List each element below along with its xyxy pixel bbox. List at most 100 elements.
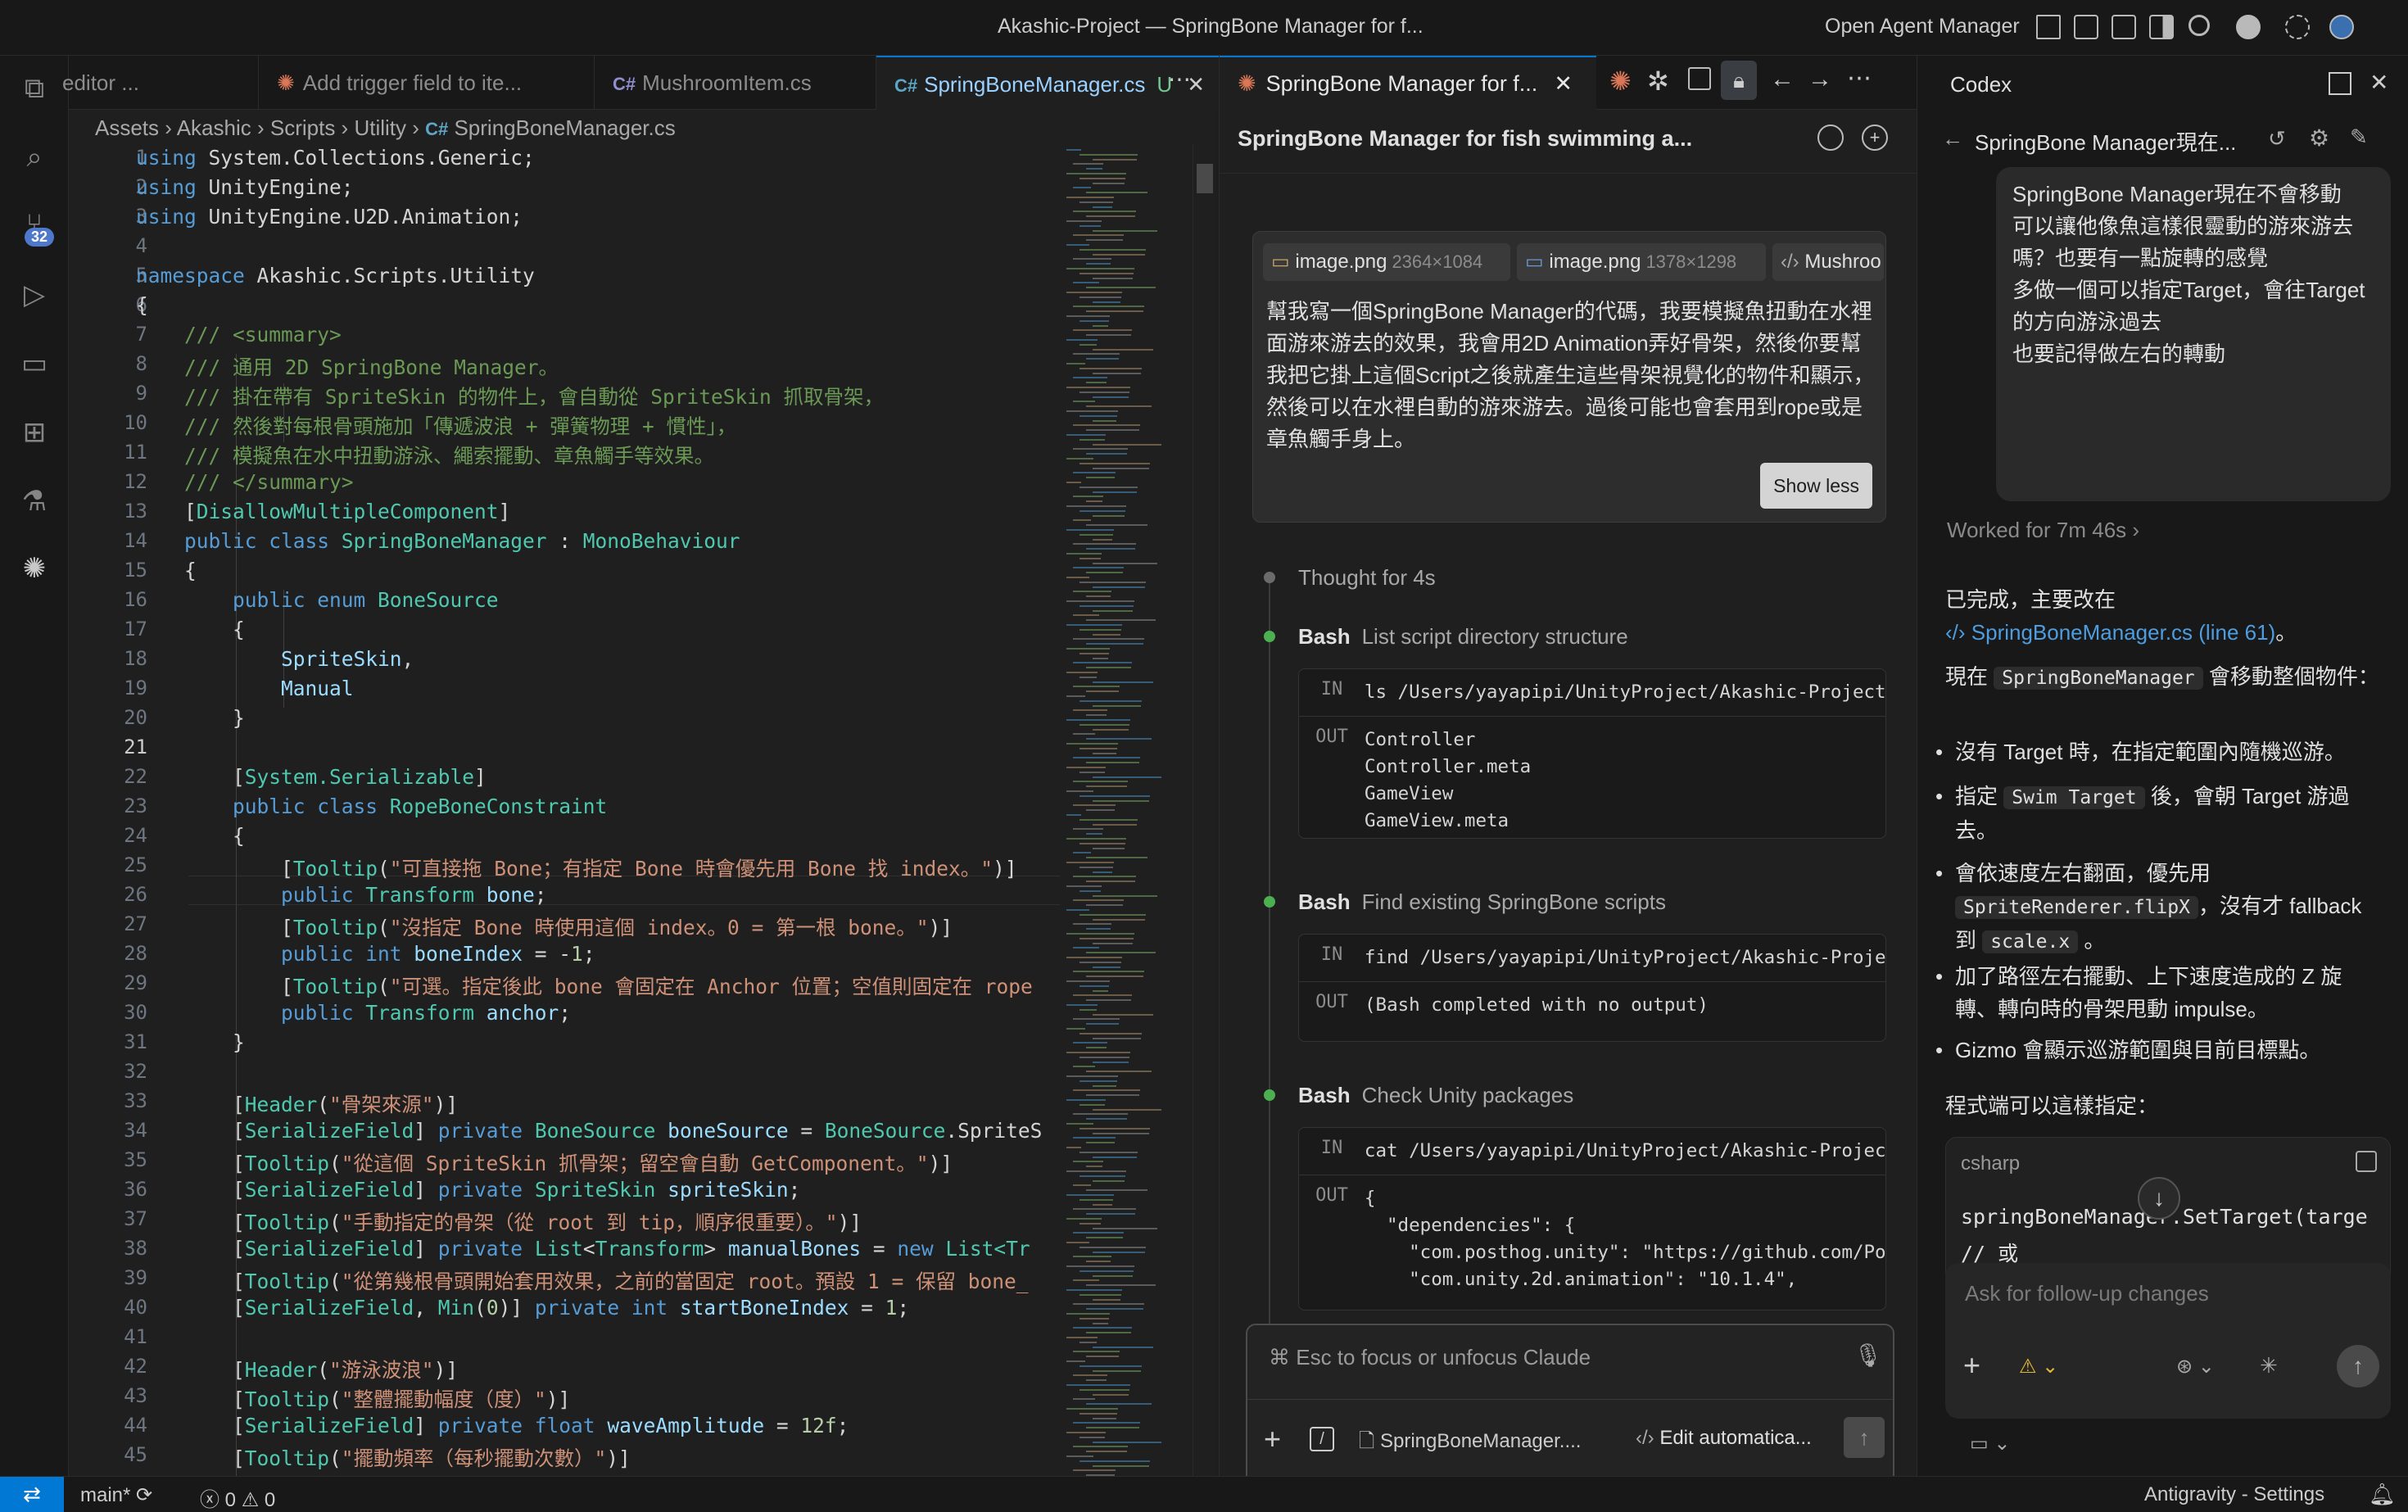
maximize-icon[interactable]: [2329, 72, 2351, 95]
edit-pencil-icon[interactable]: ✎: [2350, 124, 2368, 150]
code-line[interactable]: [Tooltip("從這個 SpriteSkin 抓骨架；留空會自動 GetCo…: [136, 1148, 953, 1177]
code-line[interactable]: [SerializeField] private BoneSource bone…: [136, 1119, 1042, 1143]
close-panel-icon[interactable]: ✕: [2370, 69, 2388, 96]
file-link[interactable]: SpringBoneManager.cs (line 61): [1971, 620, 2275, 645]
code-line[interactable]: }: [136, 1030, 245, 1054]
code-line[interactable]: [SerializeField] private float waveAmpli…: [136, 1414, 849, 1437]
thought-label[interactable]: Thought for 4s: [1298, 565, 1436, 591]
tab-springbone-chat[interactable]: ✺ SpringBone Manager for f... ✕: [1220, 56, 1596, 110]
attachment-chip[interactable]: ▭ image.png 2364×1084: [1263, 243, 1510, 281]
code-line[interactable]: [Tooltip("可選。指定後此 bone 會固定在 Anchor 位置；空值…: [136, 971, 1033, 1000]
toggle-panel-icon[interactable]: [2112, 15, 2136, 39]
code-line[interactable]: /// 掛在帶有 SpriteSkin 的物件上，會自動從 SpriteSkin…: [136, 382, 884, 410]
undo-history-icon[interactable]: ↺: [2268, 126, 2286, 152]
step-header[interactable]: Bash List script directory structure: [1298, 624, 1628, 650]
code-line[interactable]: {: [136, 618, 245, 641]
code-line[interactable]: [Tooltip("沒指定 Bone 時使用這個 index。0 = 第一根 b…: [136, 912, 953, 941]
code-line[interactable]: [Header("游泳波浪")]: [136, 1355, 458, 1383]
search-icon[interactable]: ⌕: [18, 141, 51, 174]
code-line[interactable]: [SerializeField] private SpriteSkin spri…: [136, 1178, 800, 1202]
chat-input-placeholder[interactable]: ⌘ Esc to focus or unfocus Claude: [1269, 1345, 1591, 1370]
back-arrow-icon[interactable]: ←: [1942, 126, 1963, 152]
attachment-chip[interactable]: ‹/› Mushroo: [1772, 243, 1884, 281]
approval-mode-icon[interactable]: ⚠︎ ⌄: [2019, 1355, 2058, 1378]
settings-gear-icon[interactable]: ⚙︎: [2309, 124, 2329, 152]
code-line[interactable]: /// 然後對每根骨頭施加「傳遞波浪 + 彈簧物理 + 慣性」，: [136, 411, 736, 440]
code-line[interactable]: [SerializeField] private List<Transform>…: [136, 1237, 1030, 1261]
layout-grid-icon[interactable]: [2036, 15, 2061, 39]
toggle-primary-sidebar-icon[interactable]: [2074, 15, 2098, 39]
code-line[interactable]: using UnityEngine;: [136, 175, 354, 199]
add-attachment-icon[interactable]: +: [1963, 1348, 1980, 1383]
testing-flask-icon[interactable]: ⚗: [18, 485, 51, 518]
code-line[interactable]: [Tooltip("整體擺動幅度（度）")]: [136, 1384, 570, 1413]
close-tab-icon[interactable]: ✕: [1554, 71, 1573, 97]
code-line[interactable]: [SerializeField, Min(0)] private int sta…: [136, 1296, 909, 1320]
scroll-down-arrow-icon[interactable]: ↓: [2138, 1177, 2180, 1220]
split-layout-icon[interactable]: [1688, 67, 1711, 90]
breadcrumb-item[interactable]: Assets: [95, 115, 159, 140]
code-line[interactable]: /// </summary>: [136, 470, 354, 494]
code-line[interactable]: public int boneIndex = -1;: [136, 942, 595, 966]
code-line[interactable]: public Transform anchor;: [136, 1001, 571, 1025]
step-header[interactable]: Bash Check Unity packages: [1298, 1083, 1573, 1108]
editor-scrollbar[interactable]: [1193, 144, 1215, 1512]
code-line[interactable]: [Header("骨架來源")]: [136, 1089, 458, 1118]
code-line[interactable]: SpriteSkin,: [136, 647, 414, 671]
code-line[interactable]: [System.Serializable]: [136, 765, 487, 789]
new-claude-chat-icon[interactable]: ✺: [1609, 66, 1632, 97]
branch-indicator[interactable]: main* ⟳: [80, 1483, 152, 1507]
copy-icon[interactable]: [2356, 1151, 2377, 1172]
back-arrow-icon[interactable]: ←: [1770, 66, 1795, 93]
codex-input-box[interactable]: Ask for follow-up changes + ⚠︎ ⌄ ⊛ ⌄ ✳︎ …: [1945, 1263, 2391, 1419]
code-line[interactable]: {: [136, 824, 245, 848]
code-area[interactable]: 1 using System.Collections.Generic; 2 using…: [69, 144, 1060, 1512]
settings-gear-icon[interactable]: [2285, 15, 2310, 39]
new-chat-icon[interactable]: +: [1862, 124, 1888, 151]
show-less-button[interactable]: Show less: [1760, 463, 1872, 509]
code-line[interactable]: public enum BoneSource: [136, 588, 499, 612]
breadcrumb-item[interactable]: SpringBoneManager.cs: [454, 115, 675, 140]
chat-input-box[interactable]: ⌘ Esc to focus or unfocus Claude 🎙︎ + / …: [1246, 1324, 1894, 1494]
history-clock-icon[interactable]: [1817, 124, 1844, 151]
code-line[interactable]: [Tooltip("手動指定的骨架（從 root 到 tip，順序很重要）。")…: [136, 1207, 862, 1236]
more-actions-icon[interactable]: ⋯: [1168, 66, 1191, 93]
code-line[interactable]: {: [136, 559, 197, 582]
code-line[interactable]: [Tooltip("從第幾根骨頭開始套用效果，之前的當固定 root。預設 1 …: [136, 1266, 1029, 1295]
attachment-chip[interactable]: ▭ image.png 1378×1298: [1517, 243, 1766, 281]
code-line[interactable]: using System.Collections.Generic;: [136, 146, 535, 170]
code-line[interactable]: public class RopeBoneConstraint: [136, 794, 607, 818]
openai-icon[interactable]: ✲: [1647, 66, 1669, 97]
code-line[interactable]: /// 通用 2D SpringBone Manager。: [136, 352, 559, 381]
code-line[interactable]: [DisallowMultipleComponent]: [136, 500, 510, 523]
extensions-icon[interactable]: ⊞: [18, 416, 51, 449]
add-context-icon[interactable]: +: [1264, 1422, 1281, 1456]
tab-editor[interactable]: editor ...: [44, 56, 259, 110]
toggle-secondary-sidebar-icon[interactable]: [2149, 15, 2174, 39]
tab-add-trigger-field[interactable]: ✺ Add trigger field to ite...: [259, 56, 595, 110]
lock-icon[interactable]: 🔒︎: [1721, 61, 1757, 100]
send-arrow-icon[interactable]: ↑: [1844, 1417, 1885, 1458]
breadcrumb-item[interactable]: Scripts: [270, 115, 335, 140]
search-icon[interactable]: [2188, 15, 2210, 36]
notifications-bell-icon[interactable]: 🔔︎: [2369, 1482, 2396, 1507]
open-agent-manager-button[interactable]: Open Agent Manager: [1825, 15, 2020, 38]
reasoning-icon[interactable]: ✳︎: [2260, 1353, 2278, 1378]
antigravity-settings[interactable]: Antigravity - Settings: [2144, 1483, 2324, 1506]
remote-indicator[interactable]: ⇄: [0, 1477, 64, 1512]
edit-mode-button[interactable]: ‹/› Edit automatica...: [1636, 1427, 1812, 1450]
code-line[interactable]: Manual: [136, 677, 354, 700]
code-line[interactable]: public Transform bone;: [136, 883, 547, 907]
local-environment-icon[interactable]: ▭ ⌄: [1970, 1432, 2010, 1455]
step-header[interactable]: Bash Find existing SpringBone scripts: [1298, 890, 1666, 915]
forward-arrow-icon[interactable]: →: [1808, 66, 1832, 93]
slash-command-icon[interactable]: /: [1310, 1427, 1334, 1451]
more-actions-icon[interactable]: ⋯: [1847, 64, 1872, 93]
tab-mushroom-item[interactable]: C# MushroomItem.cs: [595, 56, 876, 110]
model-select-icon[interactable]: ⊛ ⌄: [2176, 1355, 2215, 1378]
microphone-icon[interactable]: 🎙︎: [1854, 1342, 1883, 1369]
claude-sparkle-icon[interactable]: ✺: [18, 552, 51, 585]
problems-indicator[interactable]: ⓧ 0 ⚠︎ 0: [200, 1483, 275, 1512]
code-line[interactable]: public class SpringBoneManager : MonoBeh…: [136, 529, 740, 553]
breadcrumb-item[interactable]: Utility: [354, 115, 406, 140]
